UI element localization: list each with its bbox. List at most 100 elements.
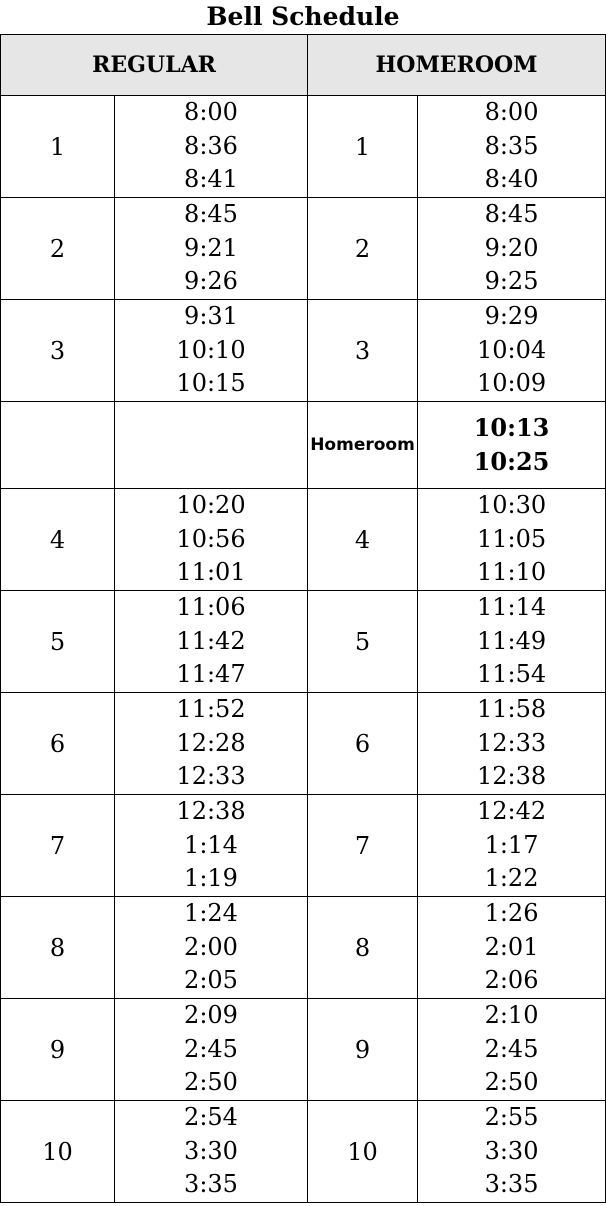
time-start: 9:31 bbox=[184, 302, 238, 331]
homeroom-period: 9 bbox=[307, 998, 419, 1101]
bell-schedule-table: REGULAR HOMEROOM 1 8:00 8:36 8:41 1 8:00… bbox=[0, 34, 606, 1203]
schedule-row: 4 10:20 10:56 11:01 4 10:30 11:05 11:10 bbox=[0, 488, 606, 591]
time-passing: 9:25 bbox=[484, 267, 539, 296]
homeroom-times: 9:29 10:04 10:09 bbox=[417, 299, 606, 402]
homeroom-times: 11:14 11:49 11:54 bbox=[417, 590, 606, 693]
time-passing: 11:01 bbox=[176, 558, 246, 587]
time-passing: 11:54 bbox=[476, 660, 547, 689]
homeroom-header: HOMEROOM bbox=[307, 34, 606, 96]
schedule-row: 5 11:06 11:42 11:47 5 11:14 11:49 11:54 bbox=[0, 590, 606, 693]
time-end: 2:00 bbox=[184, 932, 238, 961]
homeroom-period: 3 bbox=[307, 299, 419, 402]
time-passing: 3:35 bbox=[184, 1170, 238, 1199]
regular-times: 8:45 9:21 9:26 bbox=[113, 197, 309, 300]
time-start: 2:09 bbox=[184, 1001, 238, 1030]
time-passing: 2:50 bbox=[484, 1068, 539, 1097]
schedule-row: 9 2:09 2:45 2:50 9 2:10 2:45 2:50 bbox=[0, 998, 606, 1101]
time-passing: 2:06 bbox=[484, 966, 539, 995]
homeroom-times: 10:30 11:05 11:10 bbox=[417, 488, 606, 591]
time-passing: 1:19 bbox=[184, 864, 238, 893]
time-start: 1:24 bbox=[184, 899, 238, 928]
time-start: 10:30 bbox=[476, 491, 547, 520]
regular-period: 6 bbox=[0, 692, 115, 795]
regular-times: 8:00 8:36 8:41 bbox=[113, 95, 309, 198]
regular-period-empty bbox=[0, 401, 115, 489]
time-end: 11:05 bbox=[476, 524, 547, 553]
time-end: 10:56 bbox=[176, 524, 246, 553]
time-end: 12:33 bbox=[476, 728, 547, 757]
regular-header: REGULAR bbox=[0, 34, 309, 96]
schedule-row: 7 12:38 1:14 1:19 7 12:42 1:17 1:22 bbox=[0, 794, 606, 897]
time-end: 1:14 bbox=[184, 830, 238, 859]
regular-period: 4 bbox=[0, 488, 115, 591]
time-start: 12:42 bbox=[476, 797, 547, 826]
time-start: 12:38 bbox=[176, 797, 246, 826]
schedule-row: 8 1:24 2:00 2:05 8 1:26 2:01 2:06 bbox=[0, 896, 606, 999]
regular-times: 11:52 12:28 12:33 bbox=[113, 692, 309, 795]
regular-times: 1:24 2:00 2:05 bbox=[113, 896, 309, 999]
homeroom-times: 8:00 8:35 8:40 bbox=[417, 95, 606, 198]
regular-period: 8 bbox=[0, 896, 115, 999]
homeroom-times: 11:58 12:33 12:38 bbox=[417, 692, 606, 795]
regular-period: 5 bbox=[0, 590, 115, 693]
schedule-row: 3 9:31 10:10 10:15 3 9:29 10:04 10:09 bbox=[0, 299, 606, 402]
time-passing: 2:05 bbox=[184, 966, 238, 995]
time-passing: 8:41 bbox=[184, 165, 238, 194]
regular-times: 12:38 1:14 1:19 bbox=[113, 794, 309, 897]
time-start: 9:29 bbox=[484, 302, 539, 331]
regular-times: 10:20 10:56 11:01 bbox=[113, 488, 309, 591]
time-start: 11:58 bbox=[476, 695, 547, 724]
time-end: 10:10 bbox=[176, 335, 246, 364]
time-start: 8:00 bbox=[484, 98, 539, 127]
time-passing: 11:10 bbox=[476, 558, 547, 587]
time-end: 3:30 bbox=[184, 1136, 238, 1165]
homeroom-period: 10 bbox=[307, 1100, 419, 1203]
time-passing: 1:22 bbox=[484, 864, 539, 893]
time-passing: 10:15 bbox=[176, 369, 246, 398]
regular-times: 11:06 11:42 11:47 bbox=[113, 590, 309, 693]
time-start: 1:26 bbox=[484, 899, 539, 928]
regular-period: 3 bbox=[0, 299, 115, 402]
schedule-row: 1 8:00 8:36 8:41 1 8:00 8:35 8:40 bbox=[0, 95, 606, 198]
schedule-row: 2 8:45 9:21 9:26 2 8:45 9:20 9:25 bbox=[0, 197, 606, 300]
regular-period: 2 bbox=[0, 197, 115, 300]
time-passing: 3:35 bbox=[484, 1170, 539, 1199]
time-end: 11:42 bbox=[176, 626, 246, 655]
time-passing: 12:33 bbox=[176, 762, 246, 791]
time-passing: 11:47 bbox=[176, 660, 246, 689]
homeroom-times: 12:42 1:17 1:22 bbox=[417, 794, 606, 897]
homeroom-period: 6 bbox=[307, 692, 419, 795]
time-start: 8:45 bbox=[184, 200, 238, 229]
time-end: 11:49 bbox=[476, 626, 547, 655]
homeroom-period: 2 bbox=[307, 197, 419, 300]
time-start: 8:00 bbox=[184, 98, 238, 127]
schedule-row: 6 11:52 12:28 12:33 6 11:58 12:33 12:38 bbox=[0, 692, 606, 795]
regular-times: 2:54 3:30 3:35 bbox=[113, 1100, 309, 1203]
homeroom-period: 5 bbox=[307, 590, 419, 693]
homeroom-period: 7 bbox=[307, 794, 419, 897]
time-passing: 9:26 bbox=[184, 267, 238, 296]
time-start: 10:13 bbox=[473, 413, 550, 442]
time-passing: 12:38 bbox=[476, 762, 547, 791]
time-start: 11:52 bbox=[176, 695, 246, 724]
homeroom-times: 2:10 2:45 2:50 bbox=[417, 998, 606, 1101]
homeroom-period: 1 bbox=[307, 95, 419, 198]
time-end: 2:01 bbox=[484, 932, 539, 961]
time-start: 2:54 bbox=[184, 1103, 238, 1132]
time-end: 3:30 bbox=[484, 1136, 539, 1165]
regular-times: 9:31 10:10 10:15 bbox=[113, 299, 309, 402]
regular-period: 1 bbox=[0, 95, 115, 198]
time-end: 9:20 bbox=[484, 233, 539, 262]
homeroom-times: 1:26 2:01 2:06 bbox=[417, 896, 606, 999]
time-end: 10:25 bbox=[473, 447, 550, 476]
time-end: 10:04 bbox=[476, 335, 547, 364]
homeroom-period: 8 bbox=[307, 896, 419, 999]
time-end: 1:17 bbox=[484, 830, 539, 859]
time-end: 2:45 bbox=[484, 1034, 539, 1063]
time-start: 2:55 bbox=[484, 1103, 539, 1132]
homeroom-row: Homeroom 10:13 10:25 bbox=[0, 401, 606, 489]
homeroom-period: 4 bbox=[307, 488, 419, 591]
time-start: 11:14 bbox=[476, 593, 547, 622]
time-passing: 10:09 bbox=[476, 369, 547, 398]
time-start: 11:06 bbox=[176, 593, 246, 622]
